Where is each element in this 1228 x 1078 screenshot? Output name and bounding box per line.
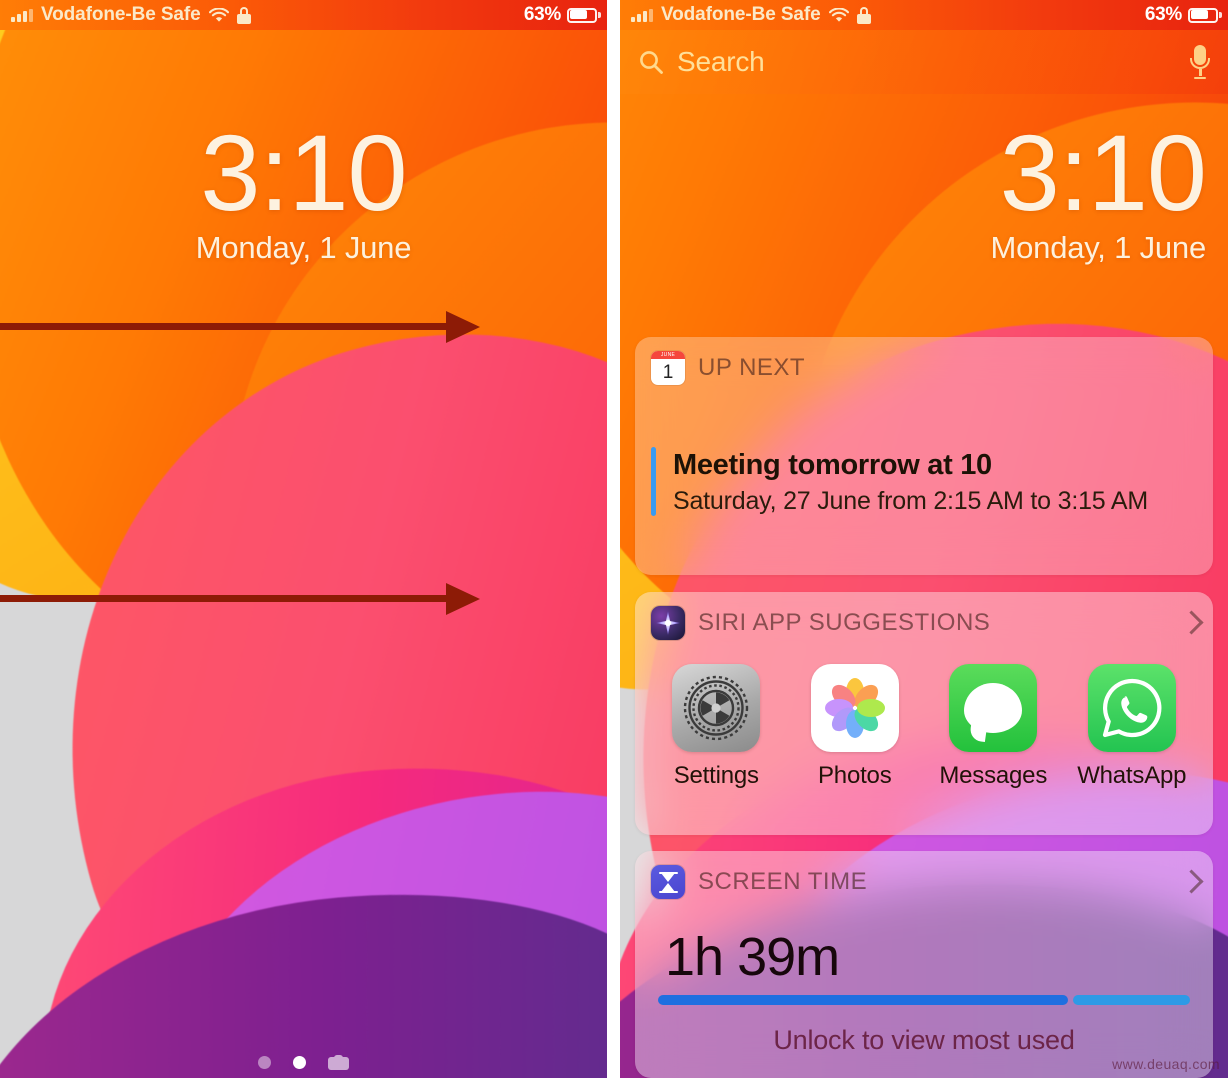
- widget-stack: JUNE 1 UP NEXT Meeting tomorrow at 10 Sa…: [620, 0, 1228, 1078]
- event-title: Meeting tomorrow at 10: [673, 449, 992, 481]
- widget-siri-app-suggestions[interactable]: SIRI APP SUGGESTIONS Settings Photos Mes…: [635, 592, 1213, 835]
- messages-bubble-icon: [949, 664, 1038, 752]
- chevron-right-icon[interactable]: [1182, 610, 1197, 636]
- page-indicator[interactable]: [0, 1055, 607, 1070]
- screenshot-root: Vodafone-Be Safe 63% 3:10 Monday, 1 June: [0, 0, 1228, 1078]
- carrier-label: Vodafone-Be Safe: [661, 4, 821, 25]
- status-bar-left: Vodafone-Be Safe 63%: [0, 0, 607, 30]
- calendar-event[interactable]: Meeting tomorrow at 10 Saturday, 27 June…: [651, 447, 1148, 517]
- microphone-icon[interactable]: [1190, 45, 1210, 79]
- screen-time-duration: 1h 39m: [665, 927, 840, 987]
- status-bar-left-group: Vodafone-Be Safe: [620, 4, 871, 26]
- whatsapp-icon: [1087, 664, 1176, 752]
- calendar-day: 1: [662, 361, 674, 383]
- siri-icon: [651, 606, 685, 640]
- app-suggestion-settings[interactable]: Settings: [657, 664, 775, 790]
- battery-icon: [567, 7, 601, 23]
- widget-header: SIRI APP SUGGESTIONS: [635, 592, 1213, 640]
- search-placeholder: Search: [677, 46, 765, 77]
- swipe-right-arrow-top: [0, 306, 486, 346]
- widget-header: JUNE 1 UP NEXT: [635, 337, 1213, 385]
- widget-header: SCREEN TIME: [635, 851, 1213, 899]
- photos-pinwheel-icon: [810, 664, 899, 752]
- hourglass-icon: [651, 865, 685, 899]
- screen-time-note: Unlock to view most used: [773, 1025, 1075, 1055]
- page-dot-2[interactable]: [293, 1056, 306, 1069]
- widget-title: UP NEXT: [698, 354, 806, 381]
- widget-title: SIRI APP SUGGESTIONS: [698, 609, 991, 636]
- battery-percent-label: 63%: [1144, 4, 1182, 25]
- clock-time: 3:10: [200, 112, 407, 233]
- status-bar-right: Vodafone-Be Safe 63%: [620, 0, 1228, 30]
- app-suggestion-row: Settings Photos Messages WhatsApp: [635, 664, 1213, 790]
- swipe-right-arrow-bottom: [0, 578, 486, 618]
- settings-gear-icon: [672, 664, 761, 752]
- event-accent-bar: [651, 447, 656, 517]
- battery-icon: [1188, 7, 1222, 23]
- cellular-bars-icon: [631, 8, 653, 22]
- lock-icon: [856, 6, 871, 24]
- clock-date: Monday, 1 June: [195, 230, 412, 266]
- screen-time-usage-bar: [658, 995, 1190, 1005]
- today-view-panel: Vodafone-Be Safe 63% Search 3:10 Monday,…: [620, 0, 1228, 1078]
- status-bar-left-group: Vodafone-Be Safe: [0, 4, 251, 26]
- usage-segment-primary: [658, 995, 1068, 1005]
- widget-screen-time[interactable]: SCREEN TIME 1h 39m Unlock to view most u…: [635, 851, 1213, 1078]
- lock-clock-left: 3:10 Monday, 1 June: [0, 112, 607, 266]
- camera-icon[interactable]: [328, 1055, 349, 1070]
- search-bar[interactable]: Search: [620, 30, 1228, 94]
- app-suggestion-whatsapp[interactable]: WhatsApp: [1073, 664, 1191, 790]
- status-bar-right-group: 63%: [1145, 4, 1228, 26]
- app-suggestion-messages[interactable]: Messages: [934, 664, 1052, 790]
- event-detail: Saturday, 27 June from 2:15 AM to 3:15 A…: [673, 487, 1148, 516]
- widget-title: SCREEN TIME: [698, 868, 868, 895]
- lock-icon: [236, 6, 251, 24]
- wifi-icon: [828, 7, 849, 23]
- usage-segment-secondary: [1072, 995, 1190, 1005]
- app-label: WhatsApp: [1077, 762, 1187, 789]
- chevron-right-icon[interactable]: [1182, 869, 1197, 895]
- search-icon: [638, 49, 664, 75]
- widget-up-next[interactable]: JUNE 1 UP NEXT Meeting tomorrow at 10 Sa…: [635, 337, 1213, 575]
- lock-screen-panel: Vodafone-Be Safe 63% 3:10 Monday, 1 June: [0, 0, 607, 1078]
- carrier-label: Vodafone-Be Safe: [41, 4, 201, 25]
- app-label: Settings: [673, 762, 759, 789]
- app-label: Photos: [817, 762, 892, 789]
- calendar-icon: JUNE 1: [651, 351, 685, 385]
- battery-percent-label: 63%: [523, 4, 561, 25]
- cellular-bars-icon: [11, 8, 33, 22]
- status-bar-right-group: 63%: [524, 4, 607, 26]
- app-label: Messages: [939, 762, 1048, 789]
- wifi-icon: [208, 7, 229, 23]
- page-dot-1[interactable]: [258, 1056, 271, 1069]
- calendar-month: JUNE: [651, 351, 685, 359]
- watermark: www.deuaq.com: [1112, 1056, 1220, 1072]
- app-suggestion-photos[interactable]: Photos: [796, 664, 914, 790]
